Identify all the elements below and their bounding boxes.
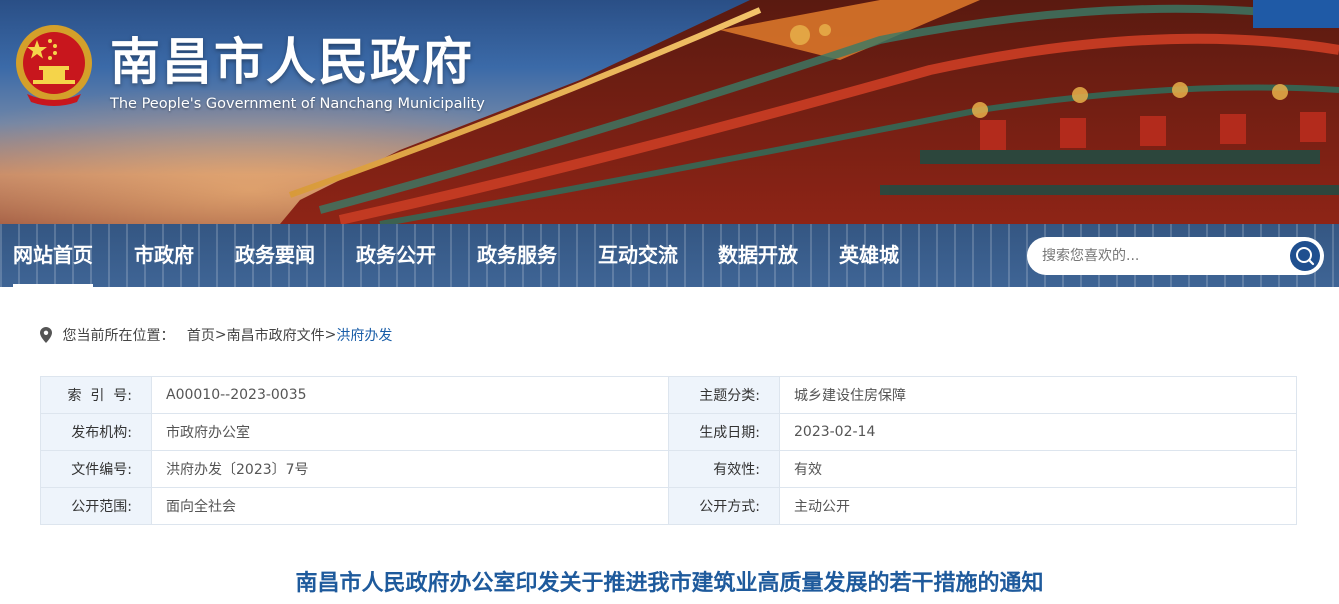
- creation-date-label: 生成日期:: [668, 413, 780, 451]
- nav-item-government-openness[interactable]: 政务公开: [356, 224, 436, 287]
- document-number-label: 文件编号:: [40, 450, 152, 488]
- search-button[interactable]: [1290, 241, 1320, 271]
- nav-item-home[interactable]: 网站首页: [13, 224, 93, 287]
- breadcrumb-prefix: 您当前所在位置：: [62, 328, 175, 344]
- breadcrumb-current[interactable]: 洪府办发: [336, 328, 392, 344]
- document-info-table: 索 引 号: A00010--2023-0035 主题分类: 城乡建设住房保障 …: [40, 376, 1297, 525]
- nav-item-government-news[interactable]: 政务要闻: [235, 224, 315, 287]
- search-input[interactable]: [1027, 237, 1282, 275]
- nav-item-government-services[interactable]: 政务服务: [477, 224, 557, 287]
- subject-category-label: 主题分类:: [668, 376, 780, 414]
- header-banner: 南昌市人民政府 The People's Government of Nanch…: [0, 0, 1339, 224]
- issuing-agency-label: 发布机构:: [40, 413, 152, 451]
- validity-value: 有效: [779, 450, 1297, 488]
- disclosure-scope-value: 面向全社会: [151, 487, 669, 525]
- document-number-value: 洪府办发〔2023〕7号: [151, 450, 669, 488]
- disclosure-method-value: 主动公开: [779, 487, 1297, 525]
- table-row: 索 引 号: A00010--2023-0035 主题分类: 城乡建设住房保障: [40, 376, 1297, 414]
- banner-corner-block: [1253, 0, 1339, 28]
- site-title: 南昌市人民政府: [110, 33, 474, 91]
- index-number-label: 索 引 号:: [40, 376, 152, 414]
- breadcrumb-city-documents[interactable]: 南昌市政府文件: [227, 328, 325, 344]
- location-pin-icon: [40, 327, 52, 343]
- subject-category-value: 城乡建设住房保障: [779, 376, 1297, 414]
- table-row: 公开范围: 面向全社会 公开方式: 主动公开: [40, 487, 1297, 525]
- breadcrumb-separator: >: [324, 327, 337, 343]
- table-row: 文件编号: 洪府办发〔2023〕7号 有效性: 有效: [40, 450, 1297, 488]
- article-title: 南昌市人民政府办公室印发关于推进我市建筑业高质量发展的若干措施的通知: [295, 571, 1044, 596]
- nav-item-hero-city[interactable]: 英雄城: [839, 224, 899, 287]
- nav-item-open-data[interactable]: 数据开放: [718, 224, 798, 287]
- nav-item-city-government[interactable]: 市政府: [134, 224, 194, 287]
- breadcrumb: 您当前所在位置： 首页>南昌市政府文件>洪府办发: [40, 325, 392, 345]
- table-row: 发布机构: 市政府办公室 生成日期: 2023-02-14: [40, 413, 1297, 451]
- national-emblem-icon: [16, 25, 92, 106]
- nav-item-interaction[interactable]: 互动交流: [598, 224, 678, 287]
- creation-date-value: 2023-02-14: [779, 413, 1297, 451]
- search-icon: [1296, 247, 1315, 266]
- validity-label: 有效性:: [668, 450, 780, 488]
- breadcrumb-separator: >: [214, 327, 227, 343]
- site-subtitle: The People's Government of Nanchang Muni…: [110, 96, 485, 112]
- disclosure-method-label: 公开方式:: [668, 487, 780, 525]
- issuing-agency-value: 市政府办公室: [151, 413, 669, 451]
- search-box: [1027, 237, 1324, 275]
- disclosure-scope-label: 公开范围:: [40, 487, 152, 525]
- index-number-value: A00010--2023-0035: [151, 376, 669, 414]
- breadcrumb-home[interactable]: 首页: [187, 328, 215, 344]
